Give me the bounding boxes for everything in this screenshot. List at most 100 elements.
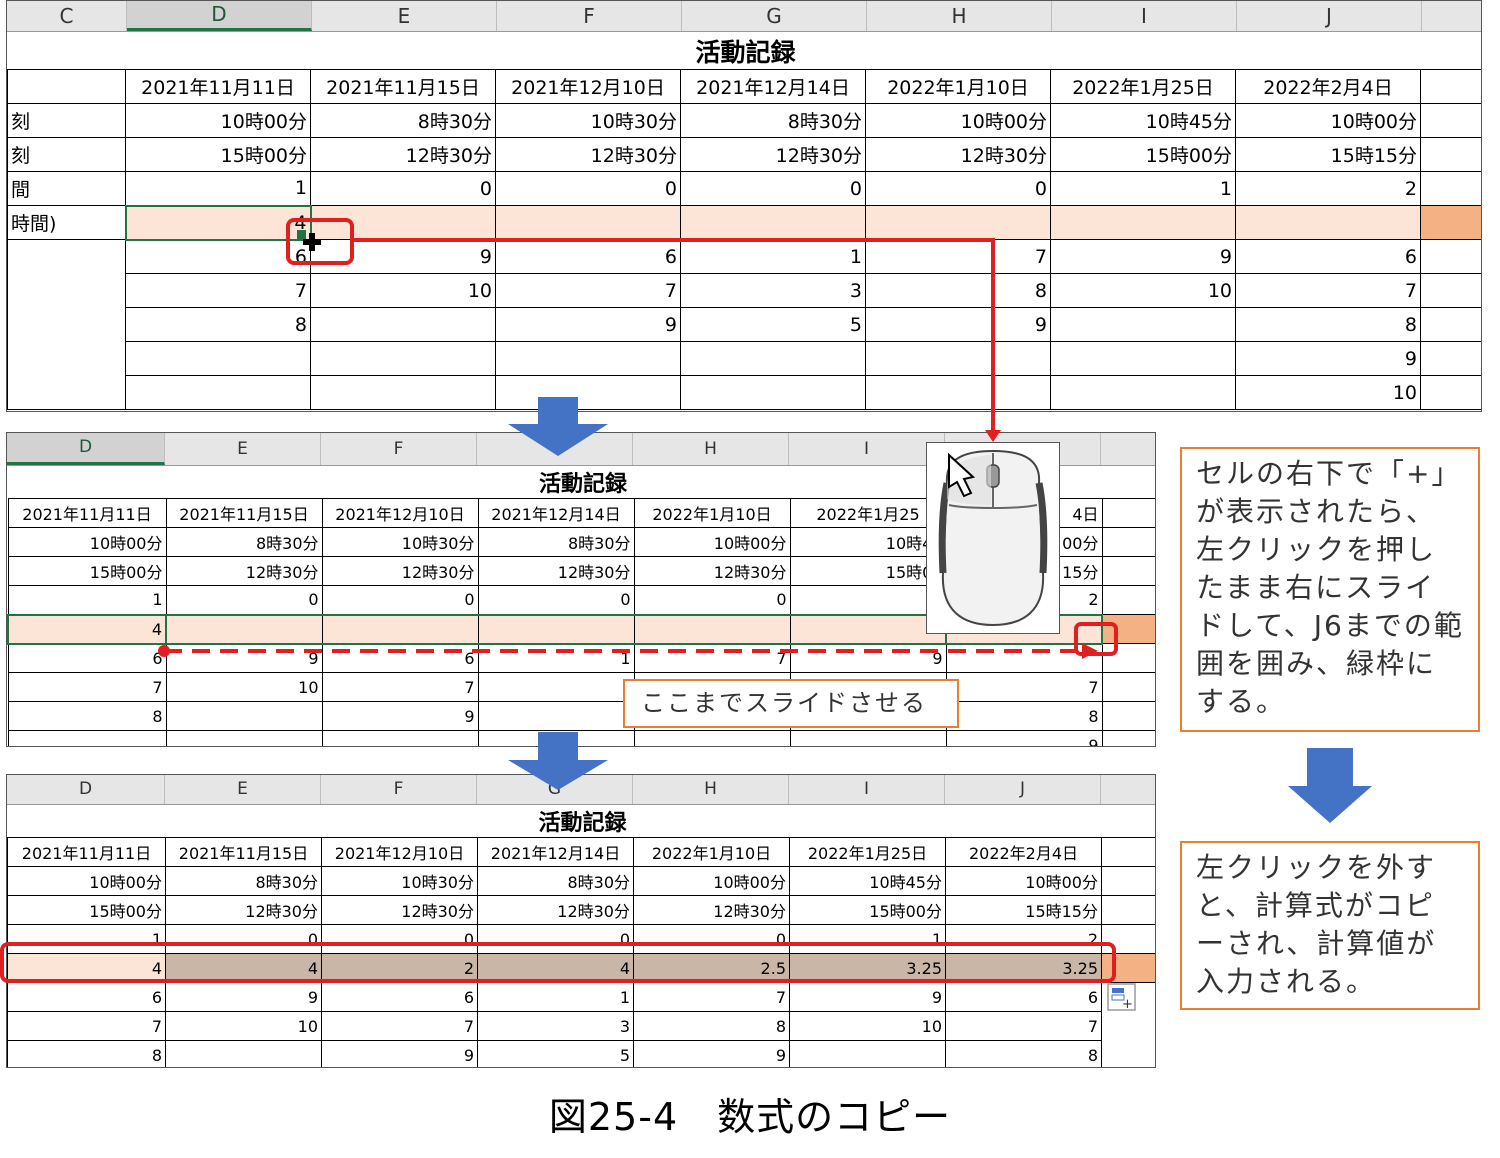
cell[interactable] (1419, 137, 1481, 172)
cell[interactable] (1101, 527, 1155, 557)
average-cell[interactable] (1050, 205, 1236, 240)
average-cell[interactable]: 4 (165, 953, 322, 983)
data-cell[interactable] (789, 1040, 946, 1067)
cell[interactable] (1419, 273, 1481, 308)
average-cell[interactable]: 3.25 (789, 953, 946, 983)
cell[interactable] (1101, 614, 1155, 644)
column-header-j[interactable]: J (945, 775, 1101, 804)
cell[interactable] (1100, 953, 1155, 983)
average-cell[interactable] (633, 613, 791, 645)
average-cell[interactable] (865, 205, 1051, 240)
count-cell[interactable]: 0 (310, 171, 496, 206)
data-cell[interactable] (165, 1040, 322, 1067)
end-time-cell[interactable]: 15時00分 (1050, 137, 1236, 172)
data-cell[interactable] (680, 341, 866, 376)
data-cell[interactable]: 9 (165, 643, 323, 673)
cell[interactable] (1102, 1012, 1156, 1041)
count-cell[interactable]: 1 (125, 171, 311, 206)
data-cell[interactable]: 6 (945, 982, 1102, 1012)
average-cell[interactable] (165, 613, 323, 645)
data-cell[interactable]: 7 (495, 273, 681, 308)
data-cell[interactable]: 5 (680, 307, 866, 342)
cell[interactable] (1102, 1041, 1156, 1068)
count-cell[interactable]: 1 (7, 924, 166, 954)
date-cell[interactable]: 2021年12月14日 (680, 69, 866, 104)
start-time-cell[interactable]: 8時30分 (165, 866, 322, 896)
average-cell[interactable] (495, 205, 681, 240)
start-time-cell[interactable]: 10時45 (789, 527, 947, 557)
data-cell[interactable]: 9 (789, 982, 946, 1012)
data-cell[interactable]: 8 (125, 307, 311, 342)
date-cell[interactable]: 2021年11月11日 (7, 837, 166, 867)
cell[interactable] (1419, 103, 1481, 138)
data-cell[interactable]: 7 (633, 643, 791, 673)
date-cell[interactable]: 2022年1月25 (789, 498, 947, 528)
average-cell[interactable]: 4 (7, 613, 167, 645)
column-header-f[interactable]: F (321, 433, 477, 465)
date-cell[interactable]: 2022年1月25日 (1050, 69, 1236, 104)
end-time-cell[interactable]: 12時30分 (165, 895, 322, 925)
average-cell[interactable]: 2 (321, 953, 478, 983)
date-cell[interactable]: 2022年1月10日 (865, 69, 1051, 104)
column-header-e[interactable]: E (165, 775, 321, 804)
data-cell[interactable] (125, 375, 311, 410)
end-time-cell[interactable]: 12時30分 (495, 137, 681, 172)
cell[interactable] (1101, 730, 1155, 746)
cell[interactable] (1419, 171, 1481, 206)
date-cell[interactable]: 2021年12月10日 (495, 69, 681, 104)
data-cell[interactable]: 7 (125, 273, 311, 308)
sheet-title[interactable]: 活動記録 (7, 33, 1481, 70)
data-cell[interactable]: 9 (321, 701, 479, 731)
end-time-cell[interactable]: 12時30分 (865, 137, 1051, 172)
data-cell[interactable]: 6 (321, 643, 479, 673)
data-cell[interactable] (7, 730, 167, 746)
column-header-e[interactable]: E (312, 1, 497, 31)
cell[interactable] (1419, 205, 1481, 240)
data-cell[interactable]: 9 (1050, 239, 1236, 274)
date-cell[interactable]: 2021年11月11日 (125, 69, 311, 104)
data-cell[interactable]: 6 (321, 982, 478, 1012)
start-time-cell[interactable]: 10時30分 (321, 866, 478, 896)
data-cell[interactable]: 10 (165, 1011, 322, 1041)
data-cell[interactable]: 8 (1235, 307, 1421, 342)
data-cell[interactable] (125, 341, 311, 376)
data-cell[interactable]: 5 (477, 1040, 634, 1067)
data-cell[interactable]: 10 (165, 672, 323, 702)
row-label[interactable]: 時間) (7, 205, 126, 240)
column-header-g[interactable] (477, 433, 633, 465)
data-cell[interactable] (477, 701, 635, 731)
start-time-cell[interactable]: 10時00分 (633, 527, 791, 557)
data-cell[interactable] (865, 341, 1051, 376)
date-cell[interactable]: 2021年11月15日 (165, 498, 323, 528)
data-cell[interactable]: 7 (1235, 273, 1421, 308)
cell[interactable] (1102, 983, 1156, 1012)
data-cell[interactable]: 9 (1235, 341, 1421, 376)
data-cell[interactable]: 3 (477, 1011, 634, 1041)
date-cell[interactable]: 2021年12月14日 (477, 837, 634, 867)
data-cell[interactable]: 8 (633, 1011, 790, 1041)
data-cell[interactable]: 7 (865, 239, 1051, 274)
data-cell[interactable] (1050, 341, 1236, 376)
cell[interactable] (7, 239, 126, 410)
start-time-cell[interactable]: 10時30分 (495, 103, 681, 138)
start-time-cell[interactable]: 10時45分 (1050, 103, 1236, 138)
end-time-cell[interactable]: 12時30分 (633, 895, 790, 925)
data-cell[interactable] (495, 375, 681, 410)
data-cell[interactable] (165, 701, 323, 731)
end-time-cell[interactable]: 12時30分 (310, 137, 496, 172)
data-cell[interactable] (477, 672, 635, 702)
data-cell[interactable]: 7 (945, 672, 1103, 702)
start-time-cell[interactable]: 10時00分 (633, 866, 790, 896)
cell[interactable] (1419, 239, 1481, 274)
end-time-cell[interactable]: 12時30分 (321, 895, 478, 925)
count-cell[interactable]: 0 (865, 171, 1051, 206)
data-cell[interactable] (789, 730, 947, 746)
average-cell[interactable]: 4 (477, 953, 634, 983)
data-cell[interactable] (495, 341, 681, 376)
data-cell[interactable]: 1 (680, 239, 866, 274)
data-cell[interactable]: 1 (477, 982, 634, 1012)
start-time-cell[interactable]: 10時30分 (321, 527, 479, 557)
row-label[interactable]: 間 (7, 171, 126, 206)
end-time-cell[interactable]: 15時00分 (125, 137, 311, 172)
data-cell[interactable]: 8 (7, 701, 167, 731)
